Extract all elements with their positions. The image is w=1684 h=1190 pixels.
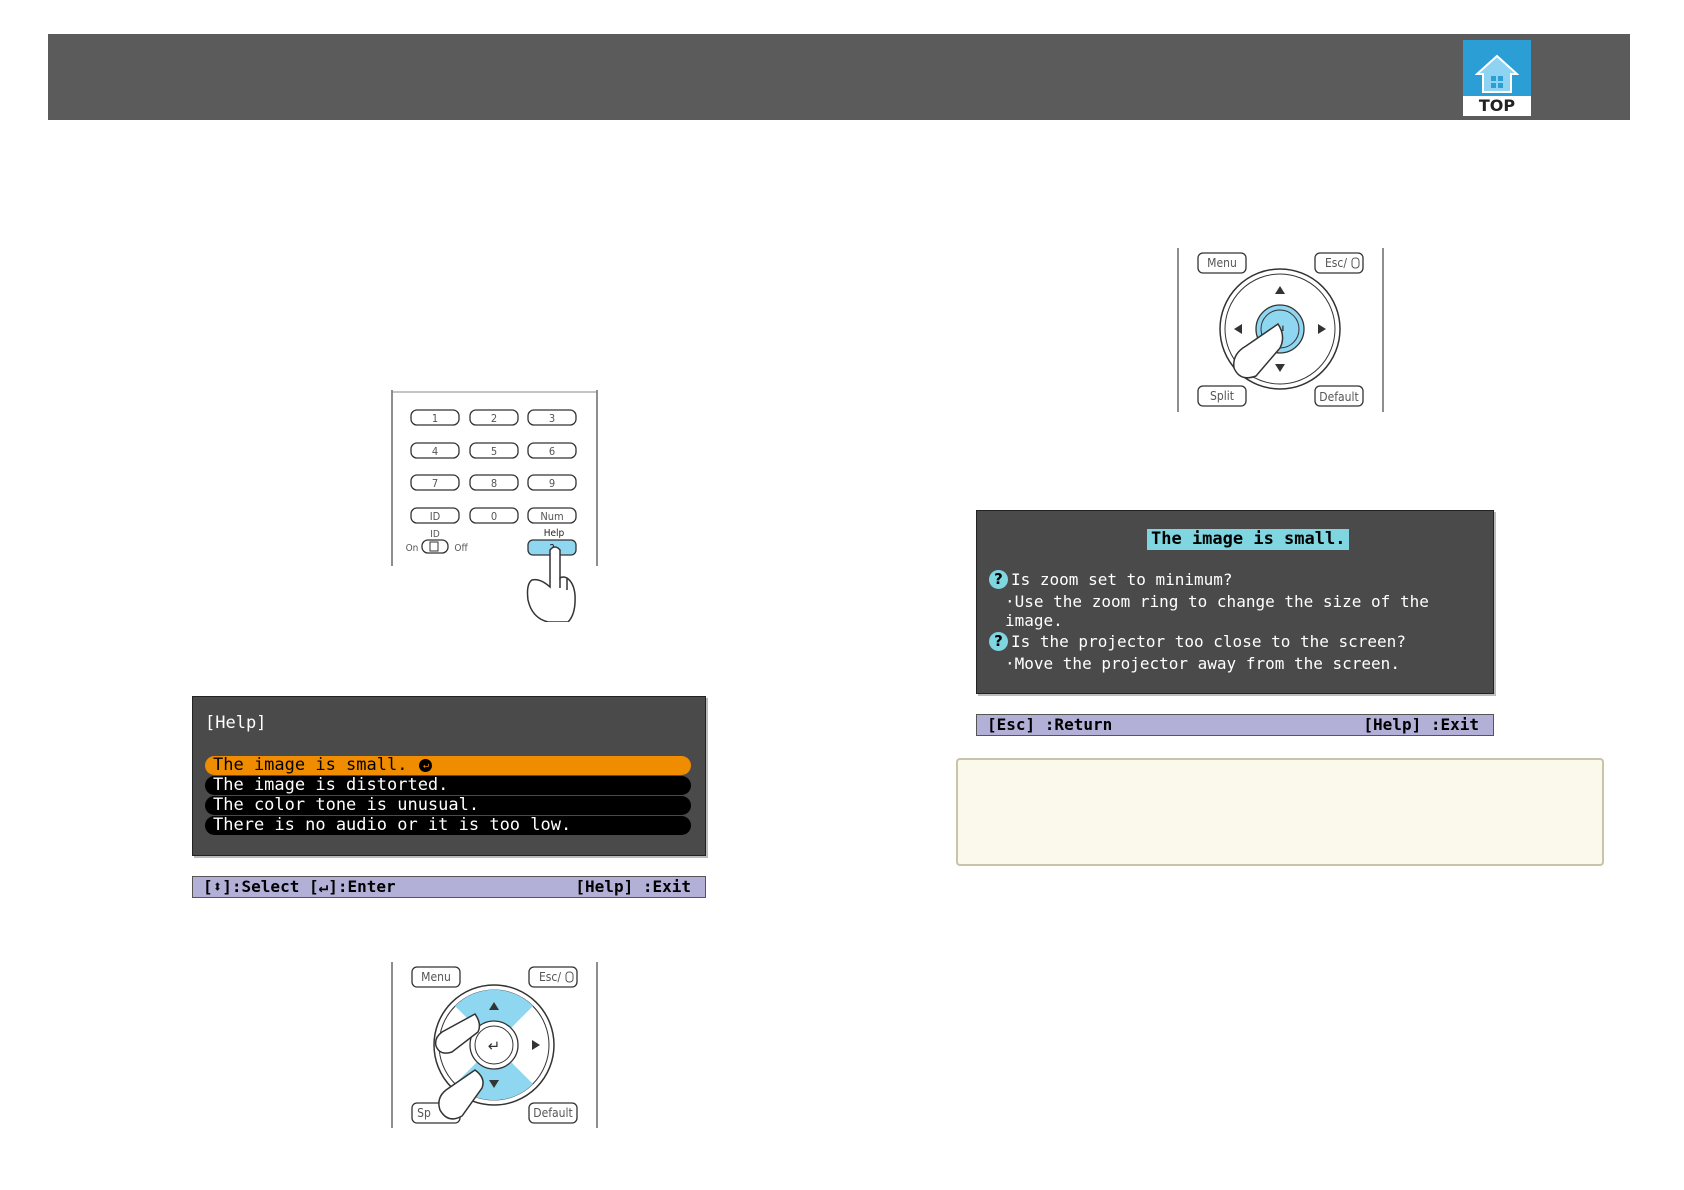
default-button[interactable]: Default xyxy=(1319,390,1358,404)
guide-exit: [Help] :Exit xyxy=(575,877,691,896)
remote-numpad-figure: 1 2 3 4 5 6 7 8 9 ID 0 Num ID On Off Hel… xyxy=(390,390,602,622)
split-button[interactable]: Sp xyxy=(417,1106,431,1120)
help-detail-guide-bar: [Esc] :Return [Help] :Exit xyxy=(976,714,1494,736)
key-1[interactable]: 1 xyxy=(432,412,438,425)
default-button[interactable]: Default xyxy=(533,1106,572,1120)
menu-button[interactable]: Menu xyxy=(1207,256,1237,270)
help-label: Help xyxy=(544,528,565,539)
question-icon: ? xyxy=(989,632,1008,651)
help-detail-panel: The image is small. ? Is zoom set to mini… xyxy=(976,510,1494,694)
guide-exit: [Help] :Exit xyxy=(1363,715,1479,734)
question-1-text: Is zoom set to minimum? xyxy=(1011,570,1233,589)
home-icon xyxy=(1475,54,1519,93)
key-0[interactable]: 0 xyxy=(491,510,497,523)
control-panel-figure-enter: ↵ Menu Esc/ Split Default xyxy=(1176,246,1388,416)
help-menu-panel: [Help] The image is small. ↵ The image is… xyxy=(192,696,706,856)
on-label: On xyxy=(406,543,419,554)
top-link-button[interactable]: TOP xyxy=(1463,40,1531,116)
help-menu-item-label: The color tone is unusual. xyxy=(213,795,480,815)
question-2-text: Is the projector too close to the screen… xyxy=(1011,632,1406,651)
question-icon: ? xyxy=(989,570,1008,589)
help-menu-item[interactable]: There is no audio or it is too low. xyxy=(205,816,691,835)
help-detail-title: The image is small. xyxy=(1147,529,1350,550)
guide-return: [Esc] :Return xyxy=(987,715,1113,734)
answer-2: ·Move the projector away from the screen… xyxy=(1005,654,1400,673)
help-menu-item[interactable]: The color tone is unusual. xyxy=(205,796,691,815)
header-bar xyxy=(48,34,1630,120)
key-id[interactable]: ID xyxy=(430,510,441,523)
help-menu-guide-bar: [⬍]:Select [↵]:Enter [Help] :Exit xyxy=(192,876,706,898)
esc-button[interactable]: Esc/ xyxy=(1325,256,1347,270)
key-5[interactable]: 5 xyxy=(491,445,497,458)
enter-icon: ↵ xyxy=(419,758,433,772)
split-button[interactable]: Split xyxy=(1210,389,1234,403)
help-menu-item[interactable]: The image is distorted. xyxy=(205,776,691,795)
off-label: Off xyxy=(454,543,468,554)
key-9[interactable]: 9 xyxy=(549,477,555,490)
guide-select-enter: [⬍]:Select [↵]:Enter xyxy=(203,877,396,896)
key-6[interactable]: 6 xyxy=(549,445,555,458)
id-switch-label: ID xyxy=(430,529,440,540)
top-label: TOP xyxy=(1463,96,1531,116)
key-3[interactable]: 3 xyxy=(549,412,555,425)
control-panel-figure-select: ↵ Menu Esc/ Sp Default xyxy=(390,960,602,1130)
menu-button[interactable]: Menu xyxy=(421,970,451,984)
help-menu-item[interactable]: The image is small. ↵ xyxy=(205,756,691,775)
help-menu-item-label: The image is small. xyxy=(213,755,408,775)
esc-button[interactable]: Esc/ xyxy=(539,970,561,984)
help-menu-item-label: There is no audio or it is too low. xyxy=(213,815,572,835)
question-1: ? Is zoom set to minimum? xyxy=(989,570,1233,589)
key-8[interactable]: 8 xyxy=(491,477,497,490)
key-4[interactable]: 4 xyxy=(432,445,438,458)
note-box xyxy=(956,758,1604,866)
help-menu-title: [Help] xyxy=(205,713,267,733)
help-menu-item-label: The image is distorted. xyxy=(213,775,449,795)
key-2[interactable]: 2 xyxy=(491,412,497,425)
answer-1: ·Use the zoom ring to change the size of… xyxy=(1005,592,1429,630)
pointing-hand-icon xyxy=(526,546,576,622)
key-7[interactable]: 7 xyxy=(432,477,438,490)
enter-icon[interactable]: ↵ xyxy=(488,1037,501,1055)
question-2: ? Is the projector too close to the scree… xyxy=(989,632,1406,651)
key-num[interactable]: Num xyxy=(540,510,563,523)
